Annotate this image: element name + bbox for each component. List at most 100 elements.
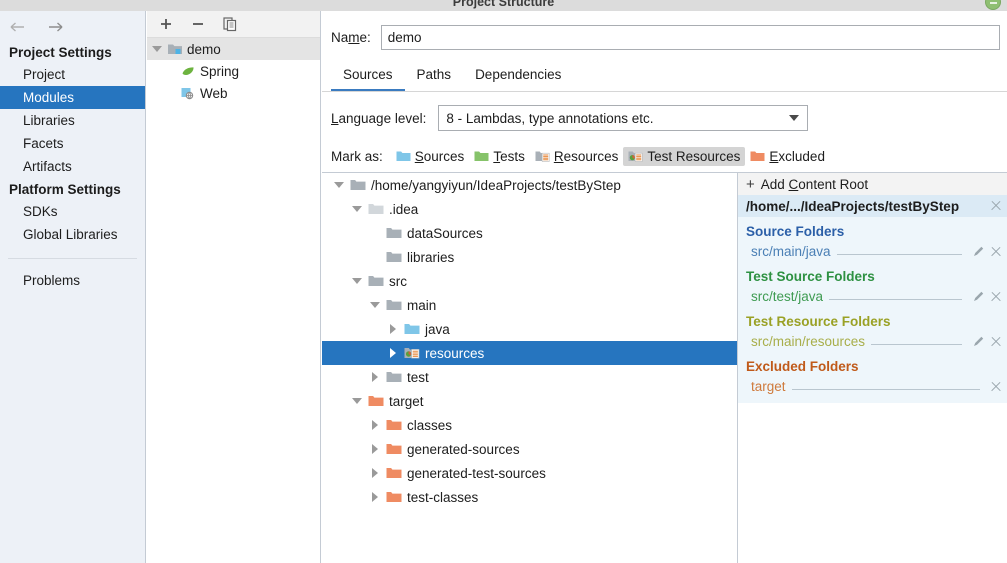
- tab-dependencies[interactable]: Dependencies: [463, 63, 573, 91]
- folder-resources-icon: [535, 151, 550, 162]
- module-name-input[interactable]: [380, 25, 1000, 50]
- mark-as-tests-label: Tests: [493, 149, 525, 164]
- folder-entry-source[interactable]: src/main/java: [738, 241, 1007, 262]
- mark-as-test-resources-button[interactable]: Test Resources: [623, 147, 746, 166]
- tree-row[interactable]: .idea: [322, 197, 737, 221]
- chevron-right-icon[interactable]: [387, 323, 399, 335]
- edit-folder-icon[interactable]: [972, 335, 985, 348]
- folder-excluded-icon: [386, 420, 402, 430]
- tree-row-label: java: [425, 321, 450, 337]
- tree-row[interactable]: java: [322, 317, 737, 341]
- sidebar-item-facets[interactable]: Facets: [0, 132, 145, 155]
- sidebar-item-libraries[interactable]: Libraries: [0, 109, 145, 132]
- tree-row-label: .idea: [389, 201, 419, 217]
- language-level-select[interactable]: 8 - Lambdas, type annotations etc.: [438, 105, 809, 131]
- edit-folder-icon[interactable]: [972, 245, 985, 258]
- folder-excluded-icon: [386, 444, 402, 454]
- tree-row[interactable]: resources: [322, 341, 737, 365]
- tree-row[interactable]: target: [322, 389, 737, 413]
- mark-as-sources-button[interactable]: Sources: [391, 147, 470, 166]
- tree-row[interactable]: /home/yangyiyun/IdeaProjects/testByStep: [322, 173, 737, 197]
- remove-content-root-icon[interactable]: [990, 200, 1002, 212]
- remove-folder-icon[interactable]: [990, 381, 1002, 393]
- folder-grey-icon: [386, 252, 402, 262]
- module-label-demo: demo: [187, 41, 221, 57]
- mark-as-resources-button[interactable]: Resources: [530, 147, 624, 166]
- module-tree-root-demo[interactable]: demo: [147, 38, 320, 60]
- remove-module-button[interactable]: [189, 15, 207, 33]
- chevron-right-icon[interactable]: [369, 491, 381, 503]
- tree-row[interactable]: generated-test-sources: [322, 461, 737, 485]
- tree-toggle-spacer: [369, 227, 381, 239]
- window-title: Project Structure: [452, 0, 555, 9]
- edit-folder-icon[interactable]: [972, 290, 985, 303]
- tree-row[interactable]: libraries: [322, 245, 737, 269]
- content-root-header[interactable]: /home/.../IdeaProjects/testByStep: [738, 195, 1007, 217]
- sidebar-item-artifacts[interactable]: Artifacts: [0, 155, 145, 178]
- sources-split-view: /home/yangyiyun/IdeaProjects/testByStep.…: [322, 172, 1007, 563]
- settings-sidebar: Project Settings Project Modules Librari…: [0, 11, 146, 563]
- tree-row[interactable]: generated-sources: [322, 437, 737, 461]
- chevron-right-icon[interactable]: [369, 467, 381, 479]
- folder-excluded-icon: [368, 396, 384, 406]
- module-name-row: Name:: [322, 11, 1007, 50]
- sidebar-item-modules[interactable]: Modules: [0, 86, 145, 109]
- mark-as-tests-button[interactable]: Tests: [469, 147, 530, 166]
- folder-excluded-icon: [386, 492, 402, 502]
- chevron-down-icon[interactable]: [151, 43, 163, 55]
- chevron-right-icon[interactable]: [369, 443, 381, 455]
- tree-row-label: generated-sources: [407, 441, 520, 457]
- add-content-root-button[interactable]: + Add Content Root: [738, 173, 1007, 195]
- chevron-down-icon[interactable]: [369, 299, 381, 311]
- chevron-right-icon[interactable]: [387, 347, 399, 359]
- chevron-down-icon[interactable]: [351, 275, 363, 287]
- sidebar-item-project[interactable]: Project: [0, 63, 145, 86]
- row-rule: [871, 344, 962, 345]
- language-level-row: Language level: 8 - Lambdas, type annota…: [322, 92, 1007, 131]
- tree-row[interactable]: dataSources: [322, 221, 737, 245]
- tree-toggle-spacer: [369, 251, 381, 263]
- tree-row[interactable]: src: [322, 269, 737, 293]
- copy-module-button[interactable]: [221, 15, 239, 33]
- mark-as-excluded-button[interactable]: Excluded: [745, 147, 830, 166]
- module-item-web[interactable]: Web: [147, 82, 320, 104]
- sidebar-item-sdks[interactable]: SDKs: [0, 200, 145, 223]
- mark-as-test-resources-label: Test Resources: [647, 149, 741, 164]
- content-root-details-inner: + Add Content Root /home/.../IdeaProject…: [738, 173, 1007, 403]
- folder-test-resources-icon: [628, 151, 643, 162]
- tree-row-label: resources: [425, 345, 485, 361]
- remove-folder-icon[interactable]: [990, 291, 1002, 303]
- module-item-spring[interactable]: Spring: [147, 60, 320, 82]
- chevron-down-icon[interactable]: [333, 179, 345, 191]
- tree-row[interactable]: test: [322, 365, 737, 389]
- folder-entry-test-source[interactable]: src/test/java: [738, 286, 1007, 307]
- folder-sources-icon: [404, 324, 420, 334]
- folder-entry-excluded[interactable]: target: [738, 376, 1007, 397]
- sidebar-item-problems[interactable]: Problems: [0, 269, 145, 292]
- chevron-right-icon[interactable]: [369, 371, 381, 383]
- tree-row[interactable]: classes: [322, 413, 737, 437]
- sidebar-item-global-libraries[interactable]: Global Libraries: [0, 223, 145, 246]
- module-label-spring: Spring: [200, 63, 240, 79]
- folder-grey-icon: [368, 276, 384, 286]
- remove-folder-icon[interactable]: [990, 336, 1002, 348]
- tab-sources[interactable]: Sources: [331, 63, 405, 91]
- group-title-test-source-folders: Test Source Folders: [746, 269, 875, 284]
- forward-arrow-icon[interactable]: [46, 17, 66, 37]
- chevron-right-icon[interactable]: [369, 419, 381, 431]
- add-module-button[interactable]: [157, 15, 175, 33]
- back-arrow-icon[interactable]: [8, 17, 28, 37]
- chevron-down-icon[interactable]: [351, 203, 363, 215]
- folder-entry-test-resource[interactable]: src/main/resources: [738, 331, 1007, 352]
- tree-row[interactable]: main: [322, 293, 737, 317]
- remove-folder-icon[interactable]: [990, 246, 1002, 258]
- project-structure-dialog: Project Structure Project Settings Proje…: [0, 0, 1007, 563]
- module-folder-icon: [168, 44, 182, 54]
- sidebar-navigation: [0, 11, 145, 41]
- mark-as-sources-label: Sources: [414, 149, 465, 164]
- tab-paths[interactable]: Paths: [405, 63, 464, 91]
- chevron-down-icon[interactable]: [351, 395, 363, 407]
- sidebar-group-project-settings: Project Settings: [9, 45, 112, 60]
- tree-row[interactable]: test-classes: [322, 485, 737, 509]
- chevron-down-icon: [789, 115, 800, 121]
